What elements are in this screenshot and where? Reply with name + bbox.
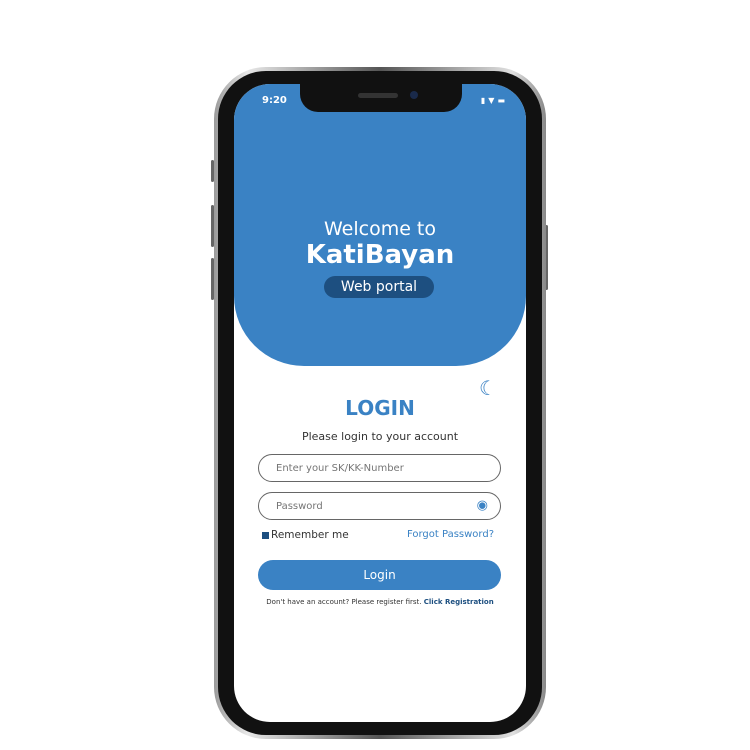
welcome-text: Welcome to xyxy=(323,218,437,240)
remember-label: Remember me xyxy=(271,529,349,541)
status-time: 9:20 xyxy=(262,95,287,106)
login-title: LOGIN xyxy=(345,396,415,420)
header-banner: Welcome to KatiBayan Web portal xyxy=(234,84,526,366)
speaker xyxy=(358,93,398,98)
portal-badge: Web portal xyxy=(324,276,434,298)
eye-icon[interactable]: ◉ xyxy=(477,498,488,513)
register-link[interactable]: Click Registration xyxy=(424,598,494,606)
register-prompt: Don't have an account? Please register f… xyxy=(234,598,526,606)
sk-kk-number-input[interactable] xyxy=(258,454,501,482)
login-subtitle: Please login to your account xyxy=(301,430,459,443)
remember-me-checkbox[interactable]: Remember me xyxy=(262,529,349,541)
login-button[interactable]: Login xyxy=(258,560,501,590)
screen: Welcome to KatiBayan Web portal 9:20 ▮▼▬… xyxy=(234,84,526,722)
checkbox-square[interactable] xyxy=(262,531,269,539)
password-input[interactable] xyxy=(258,492,501,520)
register-text: Don't have an account? Please register f… xyxy=(266,598,422,606)
status-icons: ▮▼▬ xyxy=(481,96,508,105)
forgot-password-link[interactable]: Forgot Password? xyxy=(407,529,494,540)
battery-icon: ▬ xyxy=(497,96,508,105)
camera xyxy=(410,91,418,99)
phone-frame: Welcome to KatiBayan Web portal 9:20 ▮▼▬… xyxy=(214,67,546,739)
notch xyxy=(300,84,462,112)
brand-title: KatiBayan xyxy=(305,240,455,270)
